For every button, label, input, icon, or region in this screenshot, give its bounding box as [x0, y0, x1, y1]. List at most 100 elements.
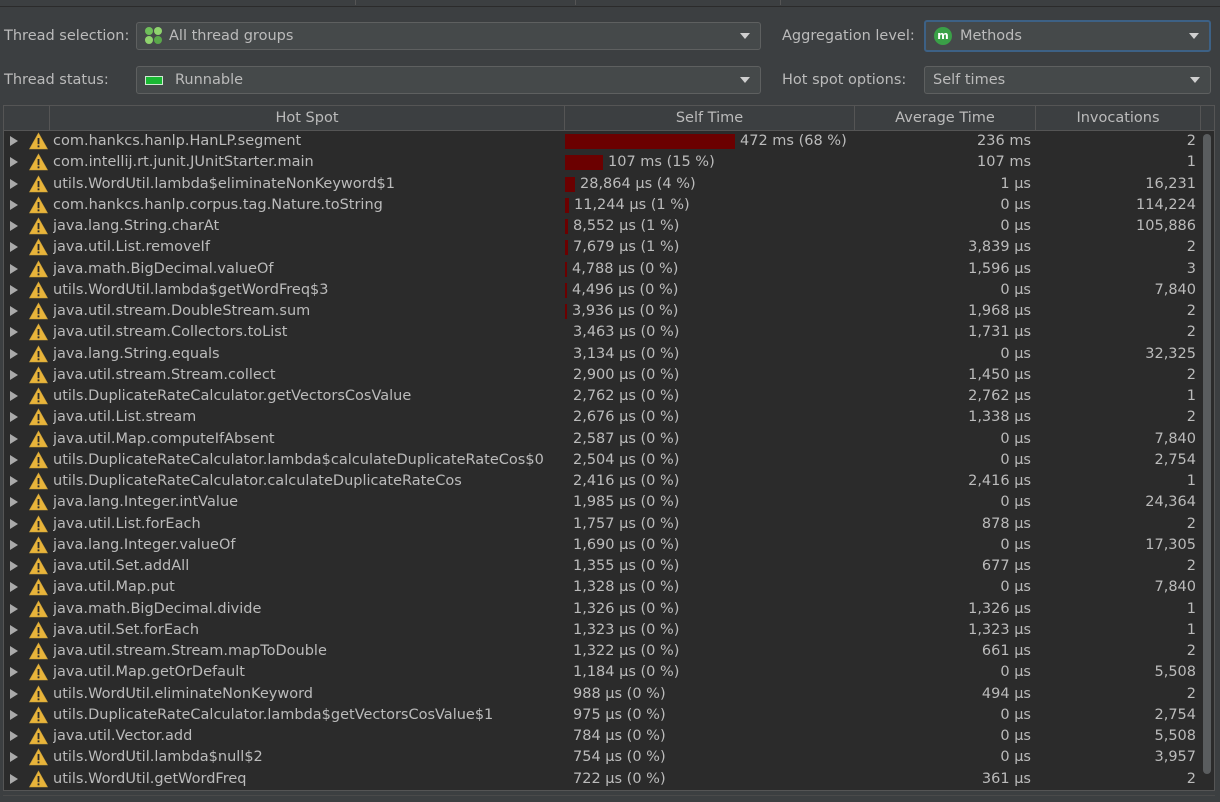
hotspots-table: Hot Spot Self Time Average Time Invocati… [3, 105, 1215, 791]
invocations-value: 2,754 [1154, 451, 1196, 468]
table-row[interactable]: utils.WordUtil.getWordFreq 722 µs (0 %) 36… [4, 769, 1200, 790]
self-time-value: 3,936 µs (0 %) [572, 303, 679, 319]
table-row[interactable]: java.util.Set.forEach 1,323 µs (0 %) 1,323… [4, 620, 1200, 641]
table-row[interactable]: com.hankcs.hanlp.HanLP.segment 472 ms (68… [4, 131, 1200, 152]
hot-spot-name: java.lang.Integer.valueOf [53, 536, 236, 553]
invocations-value: 7,840 [1154, 281, 1196, 298]
expand-arrow-icon[interactable] [10, 773, 18, 784]
expand-arrow-icon[interactable] [10, 327, 18, 338]
expand-arrow-icon[interactable] [10, 178, 18, 189]
average-time-value: 2,416 µs [968, 473, 1031, 489]
warning-icon [28, 323, 49, 341]
warning-icon [28, 706, 49, 724]
expand-arrow-icon[interactable] [10, 454, 18, 465]
table-row[interactable]: java.util.stream.Collectors.toList 3,463 … [4, 322, 1200, 343]
scrollbar-thumb[interactable] [1203, 134, 1211, 774]
expand-arrow-icon[interactable] [10, 157, 18, 168]
table-row[interactable]: java.util.Map.put 1,328 µs (0 %) 0 µs 7,840 [4, 577, 1200, 598]
average-time-value: 1,338 µs [968, 409, 1031, 426]
table-row[interactable]: java.math.BigDecimal.divide 1,326 µs (0 %… [4, 599, 1200, 620]
invocations-value: 2 [1186, 324, 1196, 341]
hot-spot-name: utils.WordUtil.eliminateNonKeyword [53, 685, 313, 702]
table-row[interactable]: java.util.stream.Stream.collect 2,900 µs … [4, 365, 1200, 386]
expand-arrow-icon[interactable] [10, 539, 18, 550]
self-time-bar [565, 261, 567, 277]
table-row[interactable]: java.util.Vector.add 784 µs (0 %) 0 µs 5,50… [4, 726, 1200, 747]
table-row[interactable]: java.lang.String.equals 3,134 µs (0 %) 0 µ… [4, 344, 1200, 365]
hot-spot-name: utils.WordUtil.getWordFreq [53, 770, 247, 787]
expand-arrow-icon[interactable] [10, 497, 18, 508]
average-time-value: 0 µs [1000, 494, 1031, 511]
self-time-value: 1,184 µs (0 %) [573, 664, 680, 681]
expand-arrow-icon[interactable] [10, 263, 18, 274]
expand-arrow-icon[interactable] [10, 624, 18, 635]
expand-arrow-icon[interactable] [10, 284, 18, 295]
invocations-value: 16,231 [1145, 175, 1196, 192]
expand-arrow-icon[interactable] [10, 688, 18, 699]
table-row[interactable]: utils.WordUtil.lambda$null$2 754 µs (0 %)… [4, 747, 1200, 768]
table-row[interactable]: utils.DuplicateRateCalculator.lambda$get… [4, 705, 1200, 726]
table-row[interactable]: java.lang.Integer.intValue 1,985 µs (0 %)… [4, 492, 1200, 513]
expand-arrow-icon[interactable] [10, 646, 18, 656]
thread-status-dropdown[interactable]: Runnable [136, 66, 761, 94]
expand-arrow-icon[interactable] [10, 412, 18, 423]
expand-arrow-icon[interactable] [10, 433, 18, 444]
self-time-bar [565, 304, 567, 319]
table-row[interactable]: utils.WordUtil.eliminateNonKeyword 988 µs… [4, 684, 1200, 705]
table-row[interactable]: utils.DuplicateRateCalculator.getVectors… [4, 386, 1200, 407]
thread-selection-dropdown[interactable]: All thread groups [136, 22, 761, 50]
table-row[interactable]: utils.WordUtil.lambda$getWordFreq$3 4,496… [4, 280, 1200, 301]
table-row[interactable]: utils.WordUtil.lambda$eliminateNonKeywor… [4, 174, 1200, 195]
aggregation-level-value: Methods [960, 28, 1022, 44]
expand-arrow-icon[interactable] [10, 199, 18, 210]
table-row[interactable]: utils.DuplicateRateCalculator.calculateD… [4, 471, 1200, 492]
table-row[interactable]: java.util.List.removeIf 7,679 µs (1 %) 3,8… [4, 237, 1200, 258]
expand-arrow-icon[interactable] [10, 221, 18, 231]
self-time-value: 754 µs (0 %) [573, 749, 666, 766]
thread-status-value: Runnable [175, 72, 244, 88]
column-header-self-time[interactable]: Self Time [565, 106, 855, 130]
column-header-invocations[interactable]: Invocations [1036, 106, 1201, 130]
self-time-value: 2,416 µs (0 %) [573, 473, 680, 489]
expand-arrow-icon[interactable] [10, 476, 18, 486]
aggregation-level-dropdown[interactable]: m Methods [924, 20, 1211, 52]
expand-arrow-icon[interactable] [10, 518, 18, 529]
hot-spot-name: utils.DuplicateRateCalculator.lambda$cal… [53, 451, 544, 468]
expand-arrow-icon[interactable] [10, 603, 18, 614]
average-time-value: 677 µs [981, 558, 1031, 574]
expand-arrow-icon[interactable] [10, 242, 18, 253]
hotspot-options-dropdown[interactable]: Self times [924, 66, 1211, 94]
expand-arrow-icon[interactable] [10, 709, 18, 720]
table-row[interactable]: java.lang.String.charAt 8,552 µs (1 %) 0 µ… [4, 216, 1200, 237]
table-row[interactable]: utils.DuplicateRateCalculator.lambda$cal… [4, 450, 1200, 471]
expand-arrow-icon[interactable] [10, 369, 18, 380]
warning-icon [28, 238, 49, 256]
self-time-value: 722 µs (0 %) [573, 770, 666, 787]
average-time-value: 1,596 µs [968, 260, 1031, 277]
table-row[interactable]: java.util.Map.computeIfAbsent 2,587 µs (0… [4, 429, 1200, 450]
vertical-scrollbar[interactable] [1201, 131, 1214, 790]
expand-arrow-icon[interactable] [10, 667, 18, 678]
table-row[interactable]: java.util.Map.getOrDefault 1,184 µs (0 %)… [4, 662, 1200, 683]
table-row[interactable]: com.intellij.rt.junit.JUnitStarter.main 1… [4, 152, 1200, 173]
expand-arrow-icon[interactable] [10, 136, 18, 146]
expand-arrow-icon[interactable] [10, 348, 18, 359]
warning-icon [28, 387, 49, 405]
expand-arrow-icon[interactable] [10, 582, 18, 593]
expand-arrow-icon[interactable] [10, 561, 18, 571]
table-row[interactable]: com.hankcs.hanlp.corpus.tag.Nature.toStr… [4, 195, 1200, 216]
table-row[interactable]: java.math.BigDecimal.valueOf 4,788 µs (0 … [4, 259, 1200, 280]
expand-arrow-icon[interactable] [10, 391, 18, 401]
column-header-hot-spot[interactable]: Hot Spot [50, 106, 565, 130]
table-row[interactable]: java.util.List.stream 2,676 µs (0 %) 1,338… [4, 407, 1200, 428]
expand-arrow-icon[interactable] [10, 752, 18, 763]
expand-arrow-icon[interactable] [10, 731, 18, 741]
expand-arrow-icon[interactable] [10, 306, 18, 316]
table-row[interactable]: java.util.stream.DoubleStream.sum 3,936 µ… [4, 301, 1200, 322]
table-row[interactable]: java.util.Set.addAll 1,355 µs (0 %) 677 µs… [4, 556, 1200, 577]
table-row[interactable]: java.lang.Integer.valueOf 1,690 µs (0 %) 0… [4, 535, 1200, 556]
average-time-value: 107 ms [977, 154, 1031, 171]
column-header-average-time[interactable]: Average Time [855, 106, 1036, 130]
table-row[interactable]: java.util.List.forEach 1,757 µs (0 %) 878 … [4, 514, 1200, 535]
table-row[interactable]: java.util.stream.Stream.mapToDouble 1,322… [4, 641, 1200, 662]
